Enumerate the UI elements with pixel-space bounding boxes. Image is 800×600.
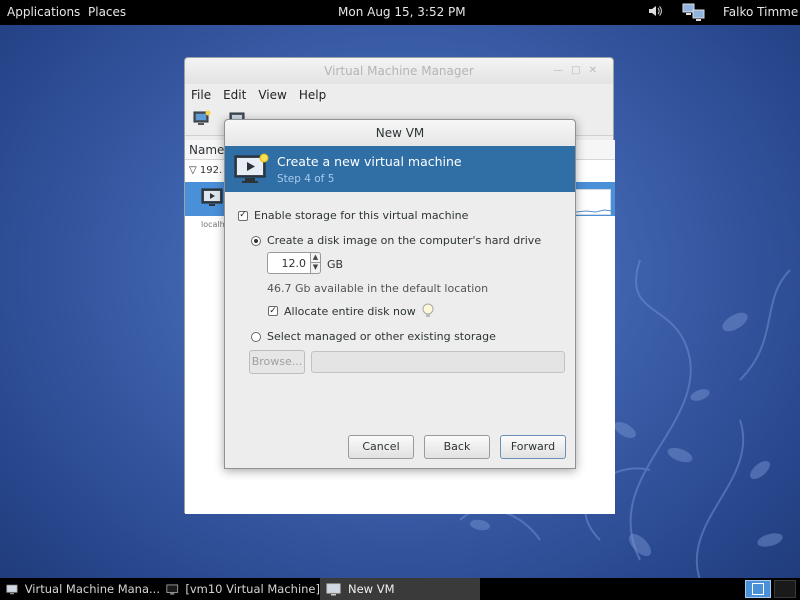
create-disk-label: Create a disk image on the computer's ha… (267, 234, 542, 247)
allocate-disk-label: Allocate entire disk now (284, 304, 416, 318)
cancel-button[interactable]: Cancel (348, 435, 414, 459)
task-label: New VM (348, 582, 395, 596)
vm-window-icon (326, 583, 341, 595)
lightbulb-icon[interactable] (422, 303, 434, 319)
places-menu[interactable]: Places (88, 5, 126, 19)
network-icon[interactable] (682, 3, 706, 24)
task-label: Virtual Machine Mana... (24, 582, 160, 596)
enable-storage-checkbox[interactable]: ✓ Enable storage for this virtual machin… (238, 209, 468, 222)
forward-button[interactable]: Forward (500, 435, 566, 459)
menu-help[interactable]: Help (299, 84, 326, 106)
radio-selected-icon[interactable] (251, 235, 261, 246)
minimize-icon[interactable]: — (553, 65, 571, 76)
create-disk-radio[interactable]: Create a disk image on the computer's ha… (251, 234, 541, 247)
spin-up-icon[interactable]: ▲ (311, 252, 321, 263)
menu-file[interactable]: File (191, 84, 211, 106)
cpu-usage-graph (575, 189, 613, 215)
task-label: [vm10 Virtual Machine] (185, 582, 320, 596)
vm-monitor-icon (201, 188, 223, 206)
menu-edit[interactable]: Edit (223, 84, 246, 106)
new-vm-icon (234, 153, 269, 183)
vmm-menubar: File Edit View Help (185, 84, 613, 106)
maximize-icon[interactable]: □ (571, 65, 588, 76)
vmm-titlebar[interactable]: Virtual Machine Manager —□✕ (185, 58, 613, 84)
workspace-2[interactable] (774, 580, 796, 598)
new-vm-dialog: New VM Create a new virtual machine Step… (224, 119, 576, 469)
new-vm-icon[interactable] (193, 110, 211, 126)
task-vm10-virtual-machine[interactable]: [vm10 Virtual Machine] (160, 578, 320, 600)
enable-storage-label: Enable storage for this virtual machine (254, 209, 469, 222)
taskbar: Virtual Machine Mana... [vm10 Virtual Ma… (0, 578, 800, 600)
expander-icon[interactable]: ▽ (189, 165, 197, 176)
disk-size-input[interactable] (267, 252, 311, 274)
spin-down-icon[interactable]: ▼ (311, 263, 321, 274)
radio-unselected-icon[interactable] (251, 331, 261, 342)
workspace-1[interactable] (745, 580, 771, 598)
menu-view[interactable]: View (258, 84, 286, 106)
available-space-text: 46.7 Gb available in the default locatio… (267, 282, 489, 295)
task-virtual-machine-manager[interactable]: Virtual Machine Mana... (0, 578, 160, 600)
vmm-window-title: Virtual Machine Manager (324, 64, 474, 78)
top-panel: Applications Places Mon Aug 15, 3:52 PM … (0, 0, 800, 25)
vm-window-icon (6, 584, 18, 594)
checkbox-checked-icon[interactable]: ✓ (268, 306, 278, 316)
select-managed-label: Select managed or other existing storage (267, 330, 496, 343)
disk-size-unit: GB (327, 258, 344, 271)
allocate-disk-checkbox[interactable]: ✓ Allocate entire disk now (268, 303, 434, 319)
checkbox-checked-icon[interactable]: ✓ (238, 210, 248, 221)
header-step: Step 4 of 5 (277, 173, 335, 185)
vm-window-icon (166, 583, 179, 595)
user-menu[interactable]: Falko Timme (723, 5, 798, 19)
storage-path-input[interactable] (311, 351, 565, 373)
browse-button[interactable]: Browse... (249, 350, 305, 374)
task-new-vm[interactable]: New VM (320, 578, 480, 600)
select-managed-radio[interactable]: Select managed or other existing storage (251, 330, 496, 343)
applications-menu[interactable]: Applications (7, 5, 80, 19)
disk-size-spinner[interactable]: ▲ ▼ (267, 252, 321, 274)
dialog-title[interactable]: New VM (225, 120, 575, 146)
speaker-icon[interactable] (648, 4, 662, 21)
clock[interactable]: Mon Aug 15, 3:52 PM (338, 5, 466, 19)
back-button[interactable]: Back (424, 435, 490, 459)
close-icon[interactable]: ✕ (589, 65, 605, 76)
header-title: Create a new virtual machine (277, 154, 462, 169)
dialog-header: Create a new virtual machine Step 4 of 5 (225, 146, 575, 192)
connection-label: 192. (199, 165, 223, 176)
window-controls: —□✕ (553, 58, 605, 84)
